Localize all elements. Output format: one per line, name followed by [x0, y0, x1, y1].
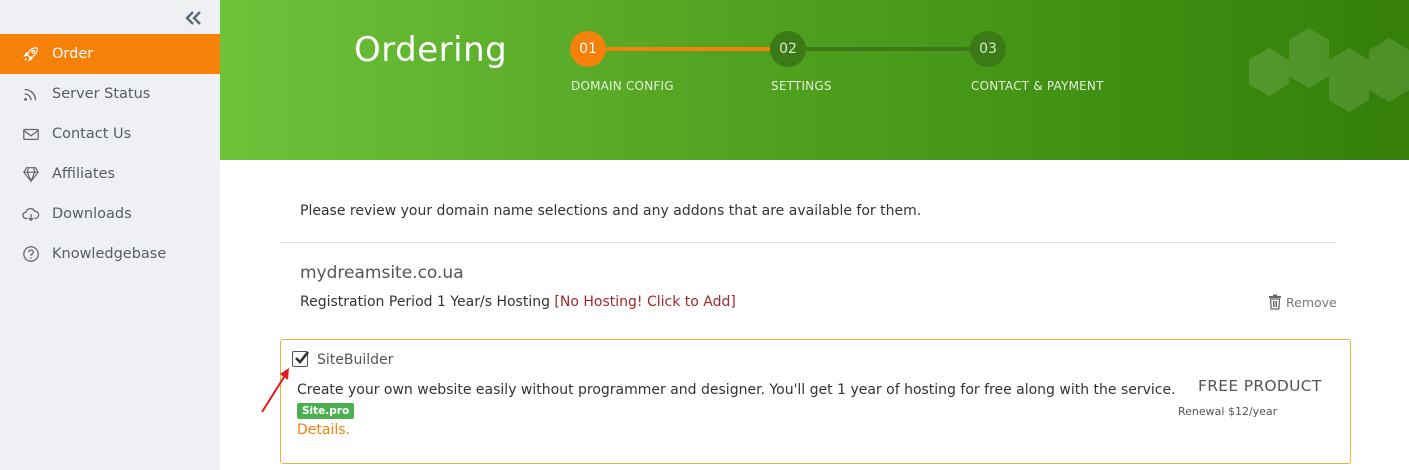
rocket-icon: [21, 44, 41, 64]
rss-icon: [21, 84, 41, 104]
addon-price-label: FREE PRODUCT: [1198, 377, 1322, 395]
annotation-arrow-icon: [261, 368, 289, 413]
step-3-indicator: 03: [970, 31, 1006, 67]
sidebar-item-label: Downloads: [52, 206, 132, 222]
step-1-indicator: 01: [570, 31, 606, 67]
sidebar-item-contact-us[interactable]: Contact Us: [0, 114, 220, 154]
addon-renewal-text: Renewal $12/year: [1178, 405, 1278, 418]
header-banner: Ordering 01 02 03 DOMAIN CONFIG SETTINGS…: [220, 0, 1409, 160]
sidebar-item-knowledgebase[interactable]: Knowledgebase: [0, 234, 220, 274]
sidebar-item-label: Server Status: [52, 86, 151, 102]
registration-line: Registration Period 1 Year/s Hosting [No…: [300, 294, 736, 310]
app-root: Order Server Status Contact Us Affiliate…: [0, 0, 1409, 470]
intro-text: Please review your domain name selection…: [300, 203, 922, 219]
addon-details-link[interactable]: Details.: [297, 422, 350, 438]
sidebar-item-label: Affiliates: [52, 166, 116, 182]
sidebar-item-label: Knowledgebase: [52, 246, 167, 262]
remove-label: Remove: [1286, 294, 1337, 310]
addon-name: SiteBuilder: [317, 352, 394, 368]
sidebar: Order Server Status Contact Us Affiliate…: [0, 0, 220, 470]
sidebar-item-label: Order: [52, 46, 94, 62]
step-2-label: SETTINGS: [771, 79, 832, 93]
step-3-label: CONTACT & PAYMENT: [971, 79, 1104, 93]
sidebar-item-order[interactable]: Order: [0, 34, 220, 74]
divider: [280, 242, 1336, 243]
banner-decoration-icon: [1249, 28, 1409, 112]
envelope-icon: [21, 124, 41, 144]
progress-track-complete: [588, 47, 788, 51]
sidebar-nav: Order Server Status Contact Us Affiliate…: [0, 34, 220, 274]
domain-name: mydreamsite.co.ua: [300, 263, 464, 283]
trash-icon: [1269, 294, 1281, 310]
sidebar-item-label: Contact Us: [52, 126, 132, 142]
addon-description: Create your own website easily without p…: [297, 382, 1176, 398]
sidebar-item-server-status[interactable]: Server Status: [0, 74, 220, 114]
registration-text: Registration Period 1 Year/s Hosting: [300, 294, 555, 310]
sidebar-item-affiliates[interactable]: Affiliates: [0, 154, 220, 194]
page-title: Ordering: [354, 30, 508, 70]
question-circle-icon: [21, 244, 41, 264]
add-hosting-link[interactable]: [No Hosting! Click to Add]: [554, 294, 735, 310]
step-2-indicator: 02: [770, 31, 806, 67]
progress-track-pending: [788, 47, 988, 51]
sidebar-item-downloads[interactable]: Downloads: [0, 194, 220, 234]
addon-card: SiteBuilder Create your own website easi…: [280, 339, 1351, 464]
checkmark-icon: [295, 351, 309, 364]
diamond-icon: [21, 164, 41, 184]
addon-badge: Site.pro: [297, 403, 355, 419]
double-chevron-left-icon[interactable]: [184, 9, 204, 27]
remove-domain-button[interactable]: Remove: [1268, 294, 1337, 310]
cloud-download-icon: [21, 204, 41, 224]
step-1-label: DOMAIN CONFIG: [571, 79, 674, 93]
